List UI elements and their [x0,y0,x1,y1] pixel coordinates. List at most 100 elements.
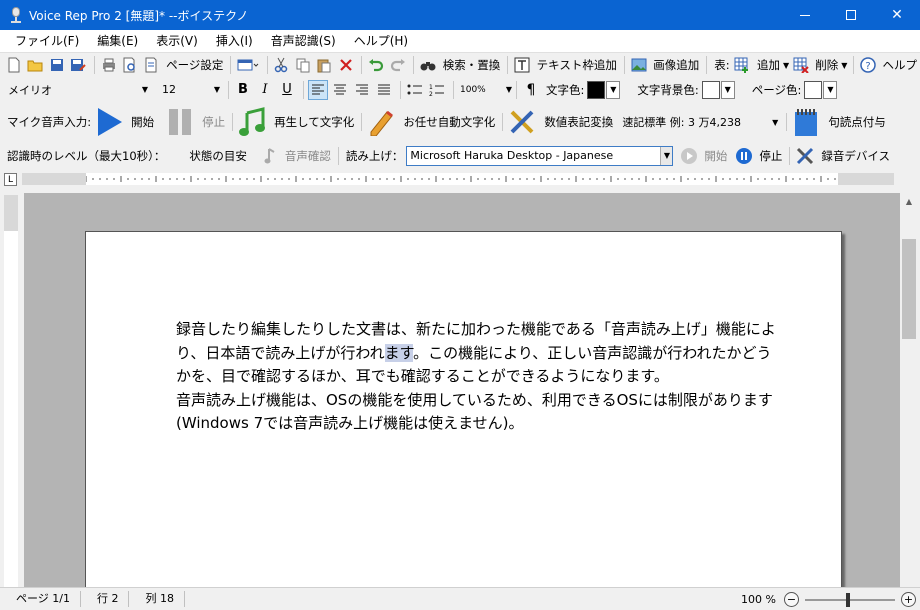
text-bg-color-dropdown[interactable]: ▼ [720,80,735,99]
italic-button[interactable]: I [255,80,275,100]
chevron-down-icon: ▼ [827,85,834,94]
auto-transcribe-button[interactable]: お任せ自動文字化 [403,114,495,130]
read-aloud-toolbar: 認識時のレベル（最大10秒）： 状態の目安 音声確認 読み上げ： Microso… [0,142,920,169]
pause-icon [165,107,195,137]
paragraph-1[interactable]: 録音したり編集したりした文書は、新たに加わった機能である「音声読み上げ」機能によ… [176,318,776,389]
ruler-ticks [85,176,836,182]
paragraph-2[interactable]: 音声読み上げ機能は、OSの機能を使用しているため、利用できるOSには制限がありま… [176,389,776,436]
table-add-button[interactable]: 追加 [757,57,780,73]
cut-button[interactable] [272,55,291,75]
toolbar-separator [623,56,625,74]
toolbar-separator [413,56,415,74]
table-delete-dropdown[interactable]: ▼ [841,55,849,75]
ruler-margin-right [838,173,894,185]
selected-text[interactable]: ます [384,343,414,362]
voice-select[interactable]: Microsoft Haruka Desktop - Japanese ▼ [406,145,674,166]
tab-stop-selector[interactable]: L [4,173,17,186]
scroll-up-icon[interactable]: ▲ [900,193,918,210]
voice-confirm-button[interactable]: 音声確認 [285,148,331,164]
line-spacing-value: 100% [460,84,486,95]
toolbar-separator [502,113,504,131]
save-button[interactable] [47,55,66,75]
align-right-button[interactable] [352,80,372,100]
numbered-list-button[interactable]: 12 [427,80,447,100]
add-image-button[interactable]: 画像追加 [653,57,699,73]
save-as-button[interactable] [68,55,87,75]
window-layout-button[interactable] [235,55,260,75]
horizontal-ruler-bar: L [0,169,920,191]
paragraph-mark-button[interactable]: ¶ [521,80,541,100]
add-text-frame-button[interactable]: テキスト枠追加 [537,57,617,73]
page-color-swatch[interactable] [804,80,823,99]
horizontal-ruler[interactable] [85,173,838,185]
toolbar-separator [706,56,708,74]
minus-icon: − [786,593,797,606]
zoom-slider-thumb[interactable] [845,592,850,607]
menu-edit[interactable]: 編集(E) [88,30,147,52]
mic-start-button[interactable]: 開始 [131,114,154,130]
page-setup-icon [142,55,161,75]
font-size-select[interactable]: 12 ▼ [158,80,224,100]
numeric-mode-select[interactable]: 速記標準 例: 3 万4,238 ▼ [618,112,782,132]
minimize-icon [800,14,810,16]
read-stop-button[interactable]: 停止 [759,148,782,164]
redo-button[interactable] [388,55,407,75]
menu-file[interactable]: ファイル(F) [6,30,88,52]
document-body[interactable]: 録音したり編集したりした文書は、新たに加わった機能である「音声読み上げ」機能によ… [176,318,776,436]
copy-button[interactable] [293,55,312,75]
menu-speech[interactable]: 音声認識(S) [262,30,345,52]
microphone-icon[interactable] [9,7,23,23]
menu-help[interactable]: ヘルプ(H) [345,30,417,52]
zoom-slider[interactable] [805,592,895,607]
zoom-control: 100 % − + [741,591,916,608]
minimize-button[interactable] [782,0,828,30]
table-delete-button[interactable]: 削除 [815,57,838,73]
document-page[interactable]: 録音したり編集したりした文書は、新たに加わった機能である「音声読み上げ」機能によ… [85,231,842,587]
underline-button[interactable]: U [277,80,297,100]
new-document-button[interactable] [4,55,23,75]
align-center-button[interactable] [330,80,350,100]
paste-button[interactable] [315,55,334,75]
delete-button[interactable] [336,55,355,75]
zoom-out-button[interactable]: − [784,592,799,607]
bullet-list-button[interactable] [405,80,425,100]
zoom-in-button[interactable]: + [901,592,916,607]
table-label: 表: [714,58,730,72]
menu-view[interactable]: 表示(V) [147,30,207,52]
recording-device-button[interactable]: 録音デバイス [821,148,890,164]
playback-transcribe-button[interactable]: 再生して文字化 [274,114,354,130]
svg-text:2: 2 [429,91,433,97]
toolbar-separator [337,146,339,165]
vertical-scrollbar[interactable]: ▲ [900,193,918,587]
page-setup-button[interactable]: ページ設定 [166,57,223,73]
undo-button[interactable] [366,55,385,75]
table-add-dropdown[interactable]: ▼ [783,55,791,75]
text-color-swatch[interactable] [587,80,606,99]
scrollbar-thumb[interactable] [902,239,916,339]
menu-insert[interactable]: 挿入(I) [207,30,262,52]
chevron-down-icon: ▼ [783,60,790,70]
toolbar-separator [303,80,304,99]
align-left-icon [312,84,324,94]
align-left-button[interactable] [308,79,328,100]
text-color-dropdown[interactable]: ▼ [606,80,621,99]
numeric-convert-button[interactable]: 数値表記変換 [544,114,613,130]
line-spacing-select[interactable]: 100% ▼ [458,80,512,100]
punctuation-button[interactable]: 句読点付与 [828,114,886,130]
mic-input-label: マイク音声入力: [7,115,92,129]
read-start-button[interactable]: 開始 [704,148,727,164]
print-preview-button[interactable] [120,55,139,75]
pencil-icon [366,107,396,137]
bold-button[interactable]: B [233,80,253,100]
align-justify-button[interactable] [374,80,394,100]
search-replace-button[interactable]: 検索・置換 [443,57,501,73]
open-button[interactable] [25,55,44,75]
text-bg-color-swatch[interactable] [701,80,720,99]
maximize-button[interactable] [828,0,874,30]
page-color-dropdown[interactable]: ▼ [823,80,838,99]
print-button[interactable] [99,55,118,75]
mic-stop-button[interactable]: 停止 [202,114,225,130]
close-button[interactable]: ✕ [874,0,920,30]
font-name-select[interactable]: メイリオ ▼ [4,80,152,100]
help-button[interactable]: ヘルプ [882,57,917,73]
